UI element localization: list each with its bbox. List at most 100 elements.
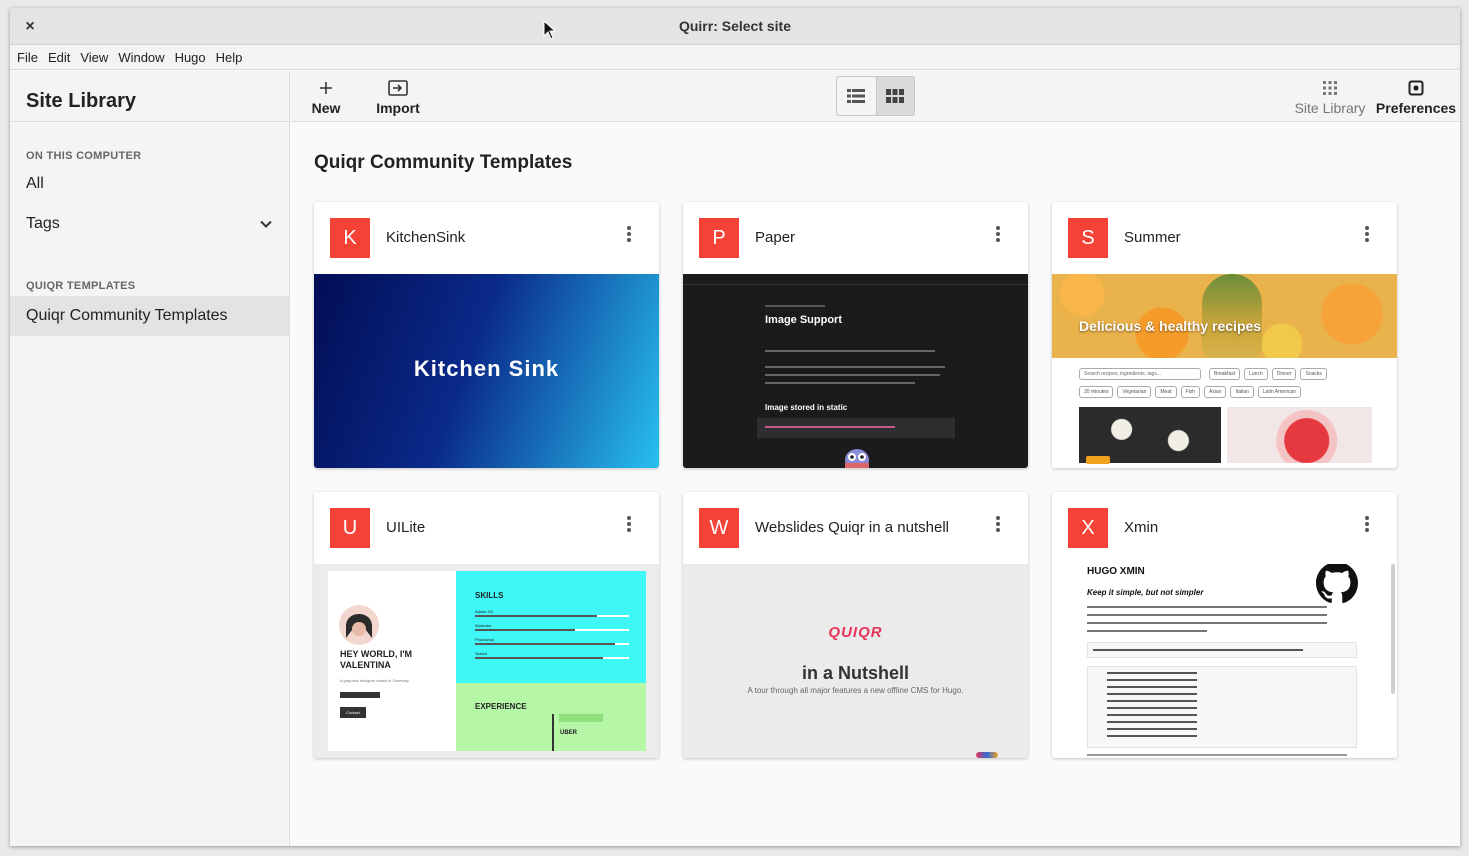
preview-tag: Dinner <box>1271 368 1297 380</box>
preview-tag: Meat <box>1155 386 1177 398</box>
menu-window[interactable]: Window <box>118 50 164 65</box>
more-options-icon[interactable] <box>627 226 631 242</box>
template-card-xmin[interactable]: X Xmin HUGO XMIN Keep it simple, but not… <box>1052 492 1397 758</box>
sidebar-item-label: All <box>26 175 44 192</box>
preview-tag: Italian <box>1230 386 1254 398</box>
card-title: KitchenSink <box>386 229 466 246</box>
site-library-button[interactable]: Site Library <box>1291 71 1369 122</box>
avatar: P <box>699 218 739 258</box>
card-preview-image: Image Support Image stored in static <box>683 274 1028 468</box>
sidebar-item-community-templates[interactable]: Quiqr Community Templates <box>10 296 289 336</box>
template-card-paper[interactable]: P Paper Image Support Image stored in st… <box>683 202 1028 468</box>
title-bar: × Quirr: Select site <box>10 8 1460 45</box>
sidebar-title: Site Library <box>10 71 289 122</box>
card-preview-image: HEY WORLD, I'M VALENTINA A graphics desi… <box>314 564 659 758</box>
more-options-icon[interactable] <box>627 516 631 532</box>
more-options-icon[interactable] <box>1365 516 1369 532</box>
preview-tag: Vegetarian <box>1117 386 1152 398</box>
view-toggle <box>836 76 915 116</box>
preview-hero: HEY WORLD, I'M VALENTINA <box>340 649 412 670</box>
preview-logo: QUIQR <box>828 624 883 641</box>
import-button[interactable]: Import <box>375 71 421 122</box>
new-button[interactable]: New <box>311 71 341 122</box>
mouse-cursor-icon <box>543 20 557 40</box>
preview-tag: 20 minutes <box>1079 386 1114 398</box>
app-window: × Quirr: Select site File Edit View Wind… <box>10 8 1460 846</box>
menu-help[interactable]: Help <box>216 50 243 65</box>
preview-tag: Latin American <box>1257 386 1301 398</box>
preview-experience-title: EXPERIENCE <box>475 702 527 711</box>
sidebar-item-all[interactable]: All <box>10 164 289 204</box>
preview-heading: Image Support <box>765 314 843 326</box>
section-heading-quiqr-templates: QUIQR TEMPLATES <box>26 280 136 292</box>
sidebar-item-label: Quiqr Community Templates <box>26 307 228 324</box>
window-title: Quirr: Select site <box>678 18 792 34</box>
preview-title: Delicious & healthy recipes <box>1079 318 1262 334</box>
card-header: X Xmin <box>1052 492 1397 564</box>
card-preview-image: Kitchen Sink <box>314 274 659 468</box>
avatar: X <box>1068 508 1108 548</box>
template-card-webslides[interactable]: W Webslides Quiqr in a nutshell QUIQR in… <box>683 492 1028 758</box>
portrait-avatar <box>339 605 379 645</box>
menu-bar: File Edit View Window Hugo Help <box>10 45 1460 70</box>
preview-skill: Sketch <box>475 651 488 656</box>
plus-icon <box>320 81 332 94</box>
sidebar: Site Library ON THIS COMPUTER All Tags Q… <box>10 71 290 846</box>
preview-title: HUGO XMIN <box>1087 566 1145 577</box>
card-header: K KitchenSink <box>314 202 659 274</box>
preview-skills-title: SKILLS <box>475 591 504 600</box>
preview-search: Search recipes, ingredients, tags... <box>1079 368 1201 380</box>
menu-hugo[interactable]: Hugo <box>175 50 206 65</box>
menu-file[interactable]: File <box>17 50 38 65</box>
sidebar-item-tags[interactable]: Tags <box>10 204 289 244</box>
preview-tag: Snacks <box>1300 368 1327 380</box>
owl-mascot-icon <box>845 449 869 468</box>
main-content: Quiqr Community Templates K KitchenSink … <box>291 122 1460 846</box>
avatar: W <box>699 508 739 548</box>
more-options-icon[interactable] <box>1365 226 1369 242</box>
preview-skill: Photoshop <box>475 637 495 642</box>
grid-view-button[interactable] <box>875 77 914 115</box>
template-card-uilite[interactable]: U UILite HEY WORLD, I'M VALENTINA A grap… <box>314 492 659 758</box>
card-title: Summer <box>1124 229 1181 246</box>
template-card-summer[interactable]: S Summer Delicious & healthy recipes Sea… <box>1052 202 1397 468</box>
avatar: K <box>330 218 370 258</box>
card-header: U UILite <box>314 492 659 564</box>
preview-tag: Breakfast <box>1209 368 1241 380</box>
new-button-label: New <box>311 99 341 116</box>
card-title: Paper <box>755 229 796 246</box>
grid-view-icon <box>886 89 905 103</box>
page-title: Quiqr Community Templates <box>314 152 573 173</box>
menu-view[interactable]: View <box>80 50 108 65</box>
menu-edit[interactable]: Edit <box>48 50 70 65</box>
avatar: S <box>1068 218 1108 258</box>
list-view-button[interactable] <box>837 77 876 115</box>
card-title: UILite <box>386 519 426 536</box>
list-view-icon <box>847 89 866 103</box>
more-options-icon[interactable] <box>996 516 1000 532</box>
preview-tag: Fish <box>1180 386 1200 398</box>
preview-tag: Lunch <box>1244 368 1268 380</box>
preview-tagline: A graphics designer based in Germany <box>340 678 409 683</box>
card-header: S Summer <box>1052 202 1397 274</box>
settings-icon <box>1408 80 1424 95</box>
card-preview-image: Delicious & healthy recipes Search recip… <box>1052 274 1397 468</box>
preview-subtitle: Keep it simple, but not simpler <box>1087 588 1204 597</box>
card-preview-image: QUIQR in a Nutshell A tour through all m… <box>683 564 1028 758</box>
toolbar: New Import Site Library Preferences <box>291 71 1460 122</box>
preview-company: UBER <box>560 730 578 736</box>
apps-icon <box>1323 80 1337 95</box>
github-icon <box>1316 564 1358 604</box>
card-title: Xmin <box>1124 519 1159 536</box>
import-icon <box>388 79 408 96</box>
section-heading-on-this-computer: ON THIS COMPUTER <box>26 150 142 162</box>
sidebar-item-label: Tags <box>26 215 60 232</box>
card-header: W Webslides Quiqr in a nutshell <box>683 492 1028 564</box>
card-title: Webslides Quiqr in a nutshell <box>755 519 949 536</box>
site-library-button-label: Site Library <box>1294 99 1366 116</box>
template-card-kitchensink[interactable]: K KitchenSink Kitchen Sink <box>314 202 659 468</box>
more-options-icon[interactable] <box>996 226 1000 242</box>
import-button-label: Import <box>376 99 420 116</box>
preferences-button[interactable]: Preferences <box>1375 71 1457 122</box>
preview-tag: Asian <box>1203 386 1227 398</box>
